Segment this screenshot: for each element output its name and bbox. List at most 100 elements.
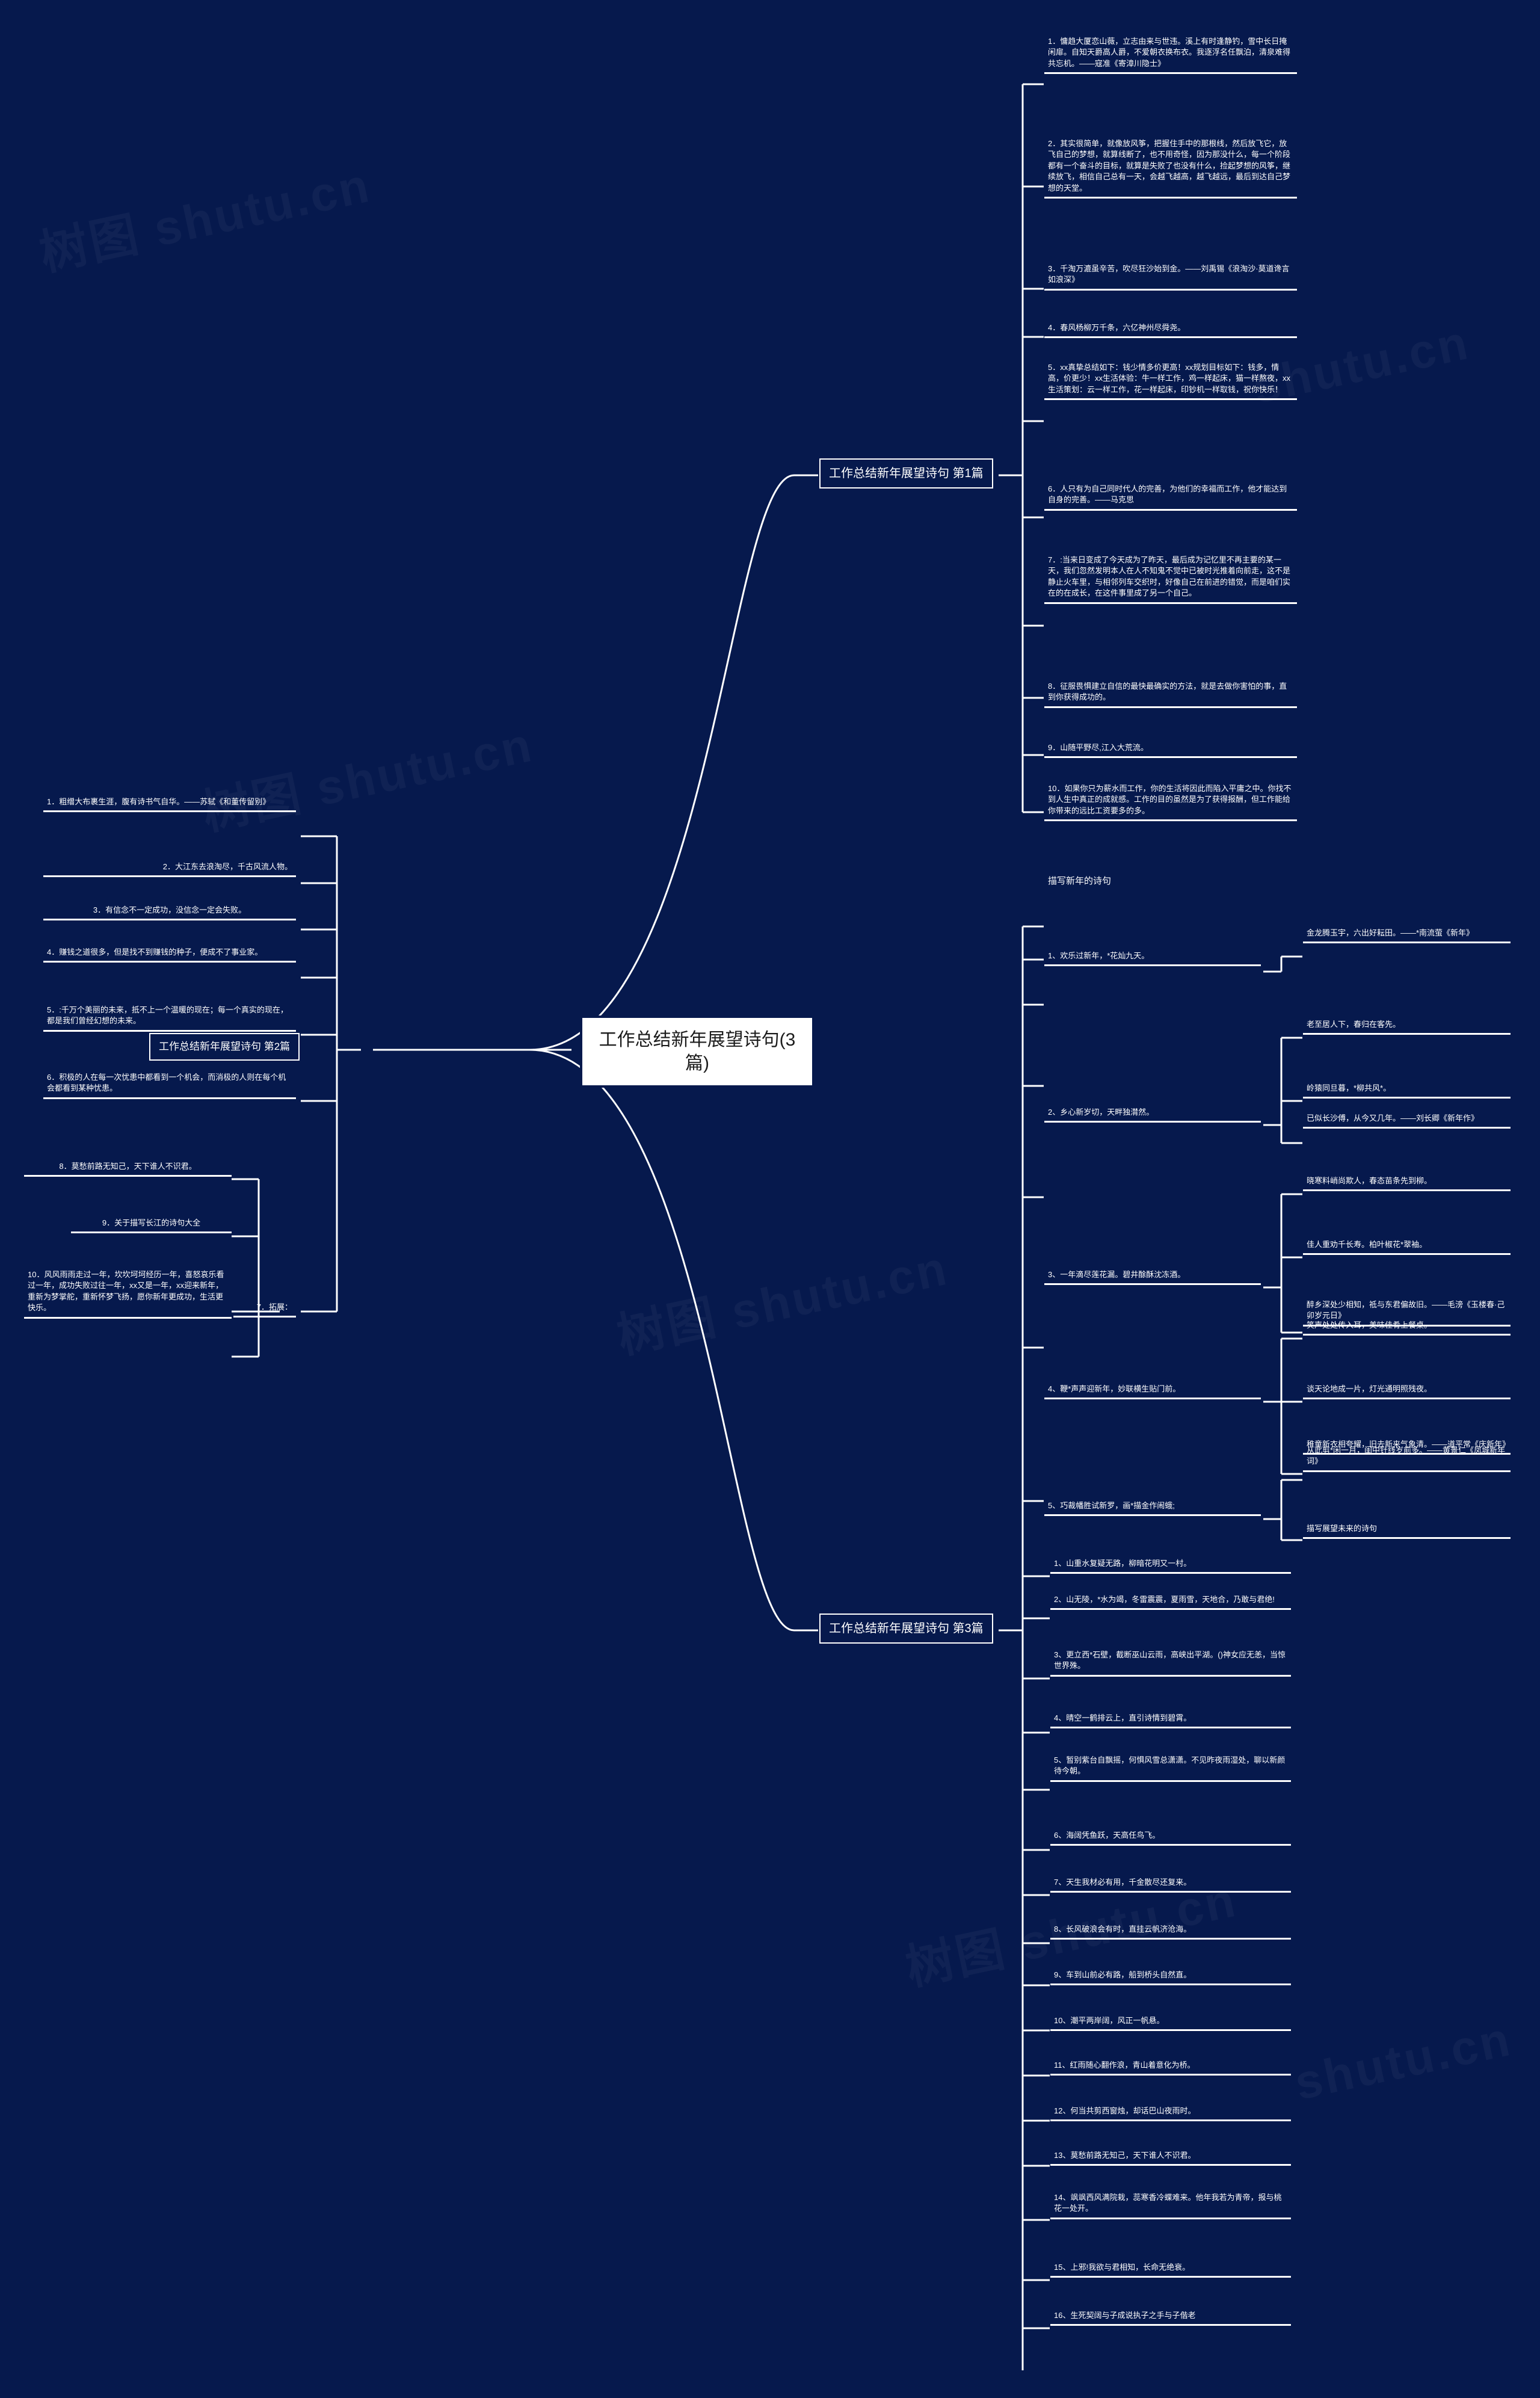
leaf-text: 6．积极的人在每一次忧患中都看到一个机会，而消极的人则在每个机会都看到某种忧患。 xyxy=(47,1073,286,1093)
group-node[interactable]: 4、鞭*声声迎新年，妙联横生贴门前。 xyxy=(1044,1382,1261,1400)
leaf-node[interactable]: 佳人重劝千长寿。柏叶椒花*翠袖。 xyxy=(1303,1238,1511,1256)
leaf-node[interactable]: 4、晴空一鹤排云上，直引诗情到碧霄。 xyxy=(1050,1712,1291,1729)
leaf-text: 2、山无陵，*水为竭，冬雷震震，夏雨雪，天地合，乃敢与君绝! xyxy=(1054,1595,1275,1604)
branch-label: 工作总结新年展望诗句 第1篇 xyxy=(829,467,984,480)
leaf-node[interactable]: 8、长风破浪会有时，直挂云帆济沧海。 xyxy=(1050,1923,1291,1940)
leaf-node[interactable]: 岭猿同旦暮，*柳共风*。 xyxy=(1303,1082,1511,1099)
leaf-text: 谈天论地成一片，灯光通明照残夜。 xyxy=(1307,1384,1432,1393)
leaf-node[interactable]: 金龙腾玉宇，六出好耘田。——*南流萤《新年》 xyxy=(1303,926,1511,944)
group-node[interactable]: 1、欢乐过新年，*花灿九天。 xyxy=(1044,949,1261,967)
group-node[interactable]: 2、乡心新岁切，天畔独潸然。 xyxy=(1044,1106,1261,1123)
leaf-node[interactable]: 3．有信念不一定成功，没信念一定会失败。 xyxy=(43,904,296,921)
leaf-node[interactable]: 11、红雨随心翻作浪，青山着意化为桥。 xyxy=(1050,2059,1291,2076)
leaf-node[interactable]: 16、生死契阔与子成说执子之手与子偕老 xyxy=(1050,2309,1291,2326)
leaf-node[interactable]: 3．千淘万漉虽辛苦，吹尽狂沙始到金。——刘禹锡《浪淘沙·莫道谗言如浪深》 xyxy=(1044,262,1297,291)
leaf-node[interactable]: 6．积极的人在每一次忧患中都看到一个机会，而消极的人则在每个机会都看到某种忧患。 xyxy=(43,1071,296,1099)
connector-lines xyxy=(232,83,1302,2370)
leaf-text: 6、海阔凭鱼跃，天高任鸟飞。 xyxy=(1054,1831,1160,1840)
leaf-node[interactable]: 4．赚钱之道很多，但是找不到赚钱的种子，便成不了事业家。 xyxy=(43,946,296,963)
leaf-node[interactable]: 10．如果你只为薪水而工作，你的生活将因此而陷入平庸之中。你找不到人生中真正的成… xyxy=(1044,782,1297,822)
leaf-node[interactable]: 老至居人下，春归在客先。 xyxy=(1303,1018,1511,1035)
leaf-text: 笑声处处传入耳，美味佳肴上餐桌。 xyxy=(1307,1321,1432,1330)
leaf-text: 4、晴空一鹤排云上，直引诗情到碧霄。 xyxy=(1054,1713,1192,1722)
leaf-node[interactable]: 7、天生我材必有用，千金散尽还复来。 xyxy=(1050,1876,1291,1893)
branch-node-pian2[interactable]: 工作总结新年展望诗句 第2篇 xyxy=(149,1033,300,1061)
leaf-node[interactable]: 9．山随平野尽,江入大荒流。 xyxy=(1044,741,1297,759)
leaf-node[interactable]: 晓寒料峭尚欺人，春态苗条先到柳。 xyxy=(1303,1174,1511,1192)
leaf-text: 2．其实很简单，就像放风筝，把握住手中的那根线，然后放飞它，放飞自己的梦想，就算… xyxy=(1048,139,1291,193)
leaf-text: 3．千淘万漉虽辛苦，吹尽狂沙始到金。——刘禹锡《浪淘沙·莫道谗言如浪深》 xyxy=(1048,264,1290,285)
leaf-node[interactable]: 2．其实很简单，就像放风筝，把握住手中的那根线，然后放飞它，放飞自己的梦想，就算… xyxy=(1044,137,1297,199)
leaf-text: 1．粗缯大布裹生涯，腹有诗书气自华。——苏轼《和董传留别》 xyxy=(47,797,271,806)
leaf-node[interactable]: 5．xx真挚总结如下：钱少情多价更高！xx规划目标如下：钱多，情高，价更少！xx… xyxy=(1044,361,1297,401)
branch-node-pian3[interactable]: 工作总结新年展望诗句 第3篇 xyxy=(819,1614,993,1644)
leaf-node[interactable]: 谈天论地成一片，灯光通明照残夜。 xyxy=(1303,1382,1511,1400)
leaf-node[interactable]: 描写展望未来的诗句 xyxy=(1303,1522,1511,1540)
group-node[interactable]: 3、一年滴尽莲花漏。碧井酴酥沈冻酒。 xyxy=(1044,1268,1261,1286)
leaf-text: 从此剪*闲一月，闺中针线岁前多。——黄景仁《凤城新年词》 xyxy=(1307,1446,1506,1466)
leaf-text: 岭猿同旦暮，*柳共风*。 xyxy=(1307,1083,1391,1093)
leaf-text: 14、飒飒西风满院栽，蕊寒香冷蝶难来。他年我若为青帝，报与桃花一处开。 xyxy=(1054,2193,1282,2213)
leaf-text: 6．人只有为自己同时代人的完善，为他们的幸福而工作，他才能达到自身的完善。——马… xyxy=(1048,484,1287,505)
leaf-node[interactable]: 笑声处处传入耳，美味佳肴上餐桌。 xyxy=(1303,1319,1511,1336)
leaf-node[interactable]: 3、更立西*石壁，截断巫山云雨，高峡出平湖。()神女应无恙，当惊世界殊。 xyxy=(1050,1648,1291,1677)
leaf-node[interactable]: 12、何当共剪西窗烛，却话巴山夜雨时。 xyxy=(1050,2104,1291,2122)
section-caption: 描写新年的诗句 xyxy=(1048,876,1112,886)
leaf-node[interactable]: 1．慵趋大厦恋山薇，立志由来与世违。溪上有时逢静钓，雪中长日掩闲扉。自知天爵高人… xyxy=(1044,35,1297,75)
leaf-text: 8、长风破浪会有时，直挂云帆济沧海。 xyxy=(1054,1925,1192,1934)
leaf-text: 9．关于描写长江的诗句大全 xyxy=(102,1218,201,1227)
leaf-node[interactable]: 8．征服畏惧建立自信的最快最确实的方法，就是去做你害怕的事，直到你获得成功的。 xyxy=(1044,680,1297,708)
branch-node-pian1[interactable]: 工作总结新年展望诗句 第1篇 xyxy=(819,458,993,489)
leaf-node[interactable]: 6．人只有为自己同时代人的完善，为他们的幸福而工作，他才能达到自身的完善。——马… xyxy=(1044,482,1297,511)
leaf-text: 10．风风雨雨走过一年，坎坎坷坷经历一年，喜怒哀乐看过一年，成功失败过往一年，x… xyxy=(28,1270,224,1313)
leaf-text: 4．赚钱之道很多，但是找不到赚钱的种子，便成不了事业家。 xyxy=(47,948,263,957)
expand-label: 7．拓展： xyxy=(256,1302,292,1312)
leaf-text: 7．:当来日变成了今天成为了昨天，最后成为记忆里不再主要的某一天，我们忽然发明本… xyxy=(1048,555,1291,598)
group-label: 4、鞭*声声迎新年，妙联横生贴门前。 xyxy=(1048,1384,1181,1393)
leaf-text: 8．莫愁前路无知己，天下谁人不识君。 xyxy=(59,1162,197,1171)
root-title: 工作总结新年展望诗句(3篇) xyxy=(599,1030,796,1073)
leaf-node[interactable]: 9、车到山前必有路，船到桥头自然直。 xyxy=(1050,1968,1291,1986)
leaf-node[interactable]: 1、山重水复疑无路，柳暗花明又一村。 xyxy=(1050,1557,1291,1574)
leaf-text: 3、更立西*石壁，截断巫山云雨，高峡出平湖。()神女应无恙，当惊世界殊。 xyxy=(1054,1650,1286,1671)
leaf-node[interactable]: 5．:千万个美丽的未来，抵不上一个温暖的现在；每一个真实的现在，都是我们曾经幻想… xyxy=(43,1003,296,1032)
leaf-text: 已似长沙傅，从今又几年。——刘长卿《新年作》 xyxy=(1307,1114,1479,1123)
group-label: 3、一年滴尽莲花漏。碧井酴酥沈冻酒。 xyxy=(1048,1270,1186,1279)
leaf-node[interactable]: 2、山无陵，*水为竭，冬雷震震，夏雨雪，天地合，乃敢与君绝! xyxy=(1050,1593,1291,1610)
leaf-node[interactable]: 1．粗缯大布裹生涯，腹有诗书气自华。——苏轼《和董传留别》 xyxy=(43,795,296,813)
leaf-text: 2．大江东去浪淘尽，千古风流人物。 xyxy=(162,862,292,871)
leaf-text: 描写展望未来的诗句 xyxy=(1307,1524,1378,1533)
leaf-node[interactable]: 从此剪*闲一月，闺中针线岁前多。——黄景仁《凤城新年词》 xyxy=(1303,1444,1511,1472)
root-node[interactable]: 工作总结新年展望诗句(3篇) xyxy=(582,1018,812,1085)
leaf-text: 晓寒料峭尚欺人，春态苗条先到柳。 xyxy=(1307,1176,1432,1185)
leaf-node[interactable]: 13、莫愁前路无知己，天下谁人不识君。 xyxy=(1050,2149,1291,2166)
leaf-node[interactable]: 6、海阔凭鱼跃，天高任鸟飞。 xyxy=(1050,1829,1291,1846)
leaf-text: 9、车到山前必有路，船到桥头自然直。 xyxy=(1054,1970,1192,1979)
leaf-text: 1、山重水复疑无路，柳暗花明又一村。 xyxy=(1054,1559,1192,1568)
expand-node[interactable]: 7．拓展： xyxy=(233,1301,296,1318)
leaf-node[interactable]: 2．大江东去浪淘尽，千古风流人物。 xyxy=(43,860,296,878)
leaf-node[interactable]: 4．春风杨柳万千条，六亿神州尽舜尧。 xyxy=(1044,321,1297,339)
branch-label: 工作总结新年展望诗句 第2篇 xyxy=(159,1041,291,1052)
leaf-node[interactable]: 7．:当来日变成了今天成为了昨天，最后成为记忆里不再主要的某一天，我们忽然发明本… xyxy=(1044,553,1297,604)
leaf-node[interactable]: 15、上邪!我欲与君相知，长命无绝衰。 xyxy=(1050,2261,1291,2278)
leaf-node[interactable]: 8．莫愁前路无知己，天下谁人不识君。 xyxy=(24,1160,232,1177)
leaf-text: 9．山随平野尽,江入大荒流。 xyxy=(1048,743,1148,752)
group-node[interactable]: 5、巧裁幡胜试新罗，画*描金作闹蛾; xyxy=(1044,1499,1261,1517)
leaf-node[interactable]: 14、飒飒西风满院栽，蕊寒香冷蝶难来。他年我若为青帝，报与桃花一处开。 xyxy=(1050,2191,1291,2219)
leaf-text: 佳人重劝千长寿。柏叶椒花*翠袖。 xyxy=(1307,1240,1428,1249)
leaf-node[interactable]: 10、潮平两岸阔，风正一帆悬。 xyxy=(1050,2014,1291,2032)
leaf-text: 7、天生我材必有用，千金散尽还复来。 xyxy=(1054,1878,1192,1887)
group-label: 1、欢乐过新年，*花灿九天。 xyxy=(1048,951,1150,960)
leaf-text: 3．有信念不一定成功，没信念一定会失败。 xyxy=(93,905,247,914)
leaf-node[interactable]: 10．风风雨雨走过一年，坎坎坷坷经历一年，喜怒哀乐看过一年，成功失败过往一年，x… xyxy=(24,1268,232,1319)
leaf-node[interactable]: 9．关于描写长江的诗句大全 xyxy=(71,1216,232,1234)
leaf-text: 10、潮平两岸阔，风正一帆悬。 xyxy=(1054,2016,1165,2025)
leaf-node[interactable]: 5、暂别紫台自飘摇，何惧风雪总潇潇。不见昨夜雨湿处，聊以新颜待今朝。 xyxy=(1050,1754,1291,1782)
leaf-text: 4．春风杨柳万千条，六亿神州尽舜尧。 xyxy=(1048,323,1186,332)
leaf-text: 8．征服畏惧建立自信的最快最确实的方法，就是去做你害怕的事，直到你获得成功的。 xyxy=(1048,682,1287,702)
leaf-text: 5．:千万个美丽的未来，抵不上一个温暖的现在；每一个真实的现在，都是我们曾经幻想… xyxy=(47,1005,288,1026)
leaf-node[interactable]: 已似长沙傅，从今又几年。——刘长卿《新年作》 xyxy=(1303,1112,1511,1129)
leaf-text: 5、暂别紫台自飘摇，何惧风雪总潇潇。不见昨夜雨湿处，聊以新颜待今朝。 xyxy=(1054,1755,1286,1776)
leaf-text: 1．慵趋大厦恋山薇，立志由来与世违。溪上有时逢静钓，雪中长日掩闲扉。自知天爵高人… xyxy=(1048,37,1291,68)
